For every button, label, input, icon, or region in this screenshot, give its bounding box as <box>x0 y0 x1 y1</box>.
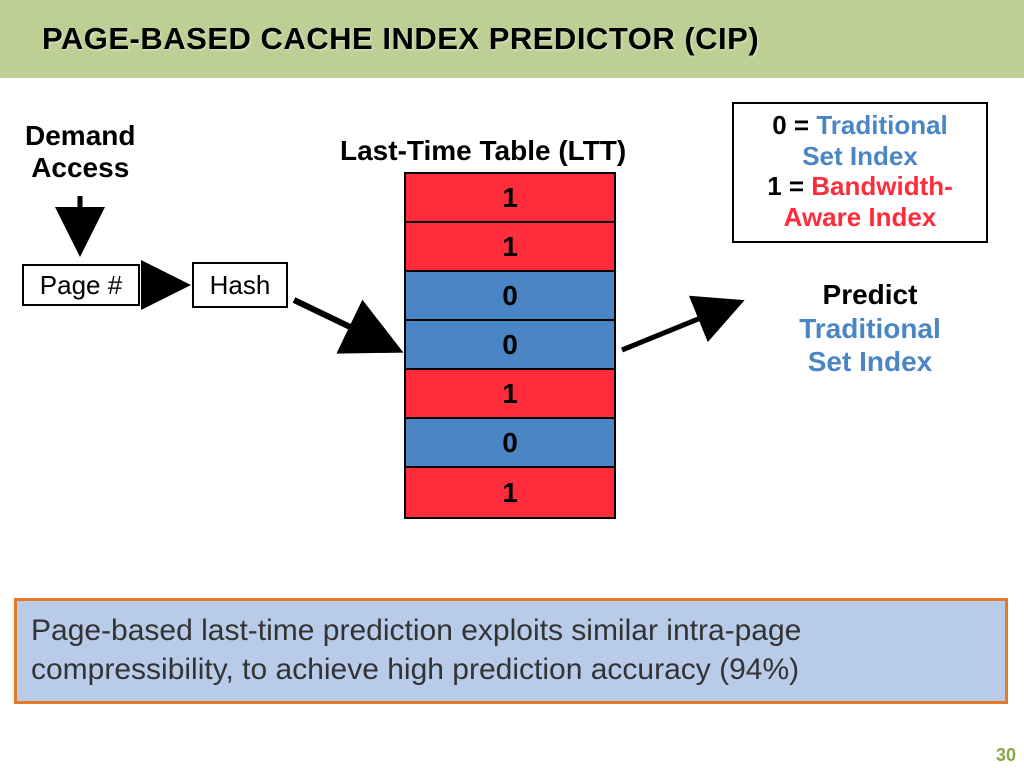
page-number-text: Page # <box>40 270 122 301</box>
demand-line2: Access <box>31 152 129 183</box>
arrow-ltt-to-predict <box>622 302 740 350</box>
predict-l2: Set Index <box>750 345 990 379</box>
ltt-row-3: 0 <box>406 321 614 370</box>
arrow-hash-to-ltt <box>294 300 398 350</box>
legend-zero-prefix: 0 = <box>772 110 816 140</box>
ltt-heading: Last-Time Table (LTT) <box>340 135 626 167</box>
ltt-row-2: 0 <box>406 272 614 321</box>
legend-one-l1: Bandwidth- <box>811 171 953 201</box>
ltt-row-6: 1 <box>406 468 614 517</box>
slide-title-bar: PAGE-BASED CACHE INDEX PREDICTOR (CIP) <box>0 0 1024 78</box>
legend-zero: 0 = Traditional <box>744 110 976 141</box>
legend-one: 1 = Bandwidth- <box>744 171 976 202</box>
hash-text: Hash <box>210 270 271 301</box>
ltt-row-4: 1 <box>406 370 614 419</box>
demand-access-label: Demand Access <box>25 120 135 184</box>
ltt-row-1: 1 <box>406 223 614 272</box>
predict-l1: Traditional <box>750 312 990 346</box>
legend-one-prefix: 1 = <box>767 171 811 201</box>
page-number-box: Page # <box>22 264 140 306</box>
summary-box: Page-based last-time prediction exploits… <box>14 598 1008 704</box>
legend-zero-l2: Set Index <box>744 141 976 172</box>
last-time-table: 1100101 <box>404 172 616 519</box>
legend-zero-l1: Traditional <box>816 110 947 140</box>
hash-box: Hash <box>192 262 288 308</box>
ltt-row-5: 0 <box>406 419 614 468</box>
legend-one-l2: Aware Index <box>744 202 976 233</box>
predict-block: Predict Traditional Set Index <box>750 278 990 379</box>
page-number: 30 <box>996 745 1016 766</box>
legend-box: 0 = Traditional Set Index 1 = Bandwidth-… <box>732 102 988 243</box>
slide-title: PAGE-BASED CACHE INDEX PREDICTOR (CIP) <box>42 21 759 57</box>
demand-line1: Demand <box>25 120 135 151</box>
predict-head: Predict <box>750 278 990 312</box>
ltt-row-0: 1 <box>406 174 614 223</box>
